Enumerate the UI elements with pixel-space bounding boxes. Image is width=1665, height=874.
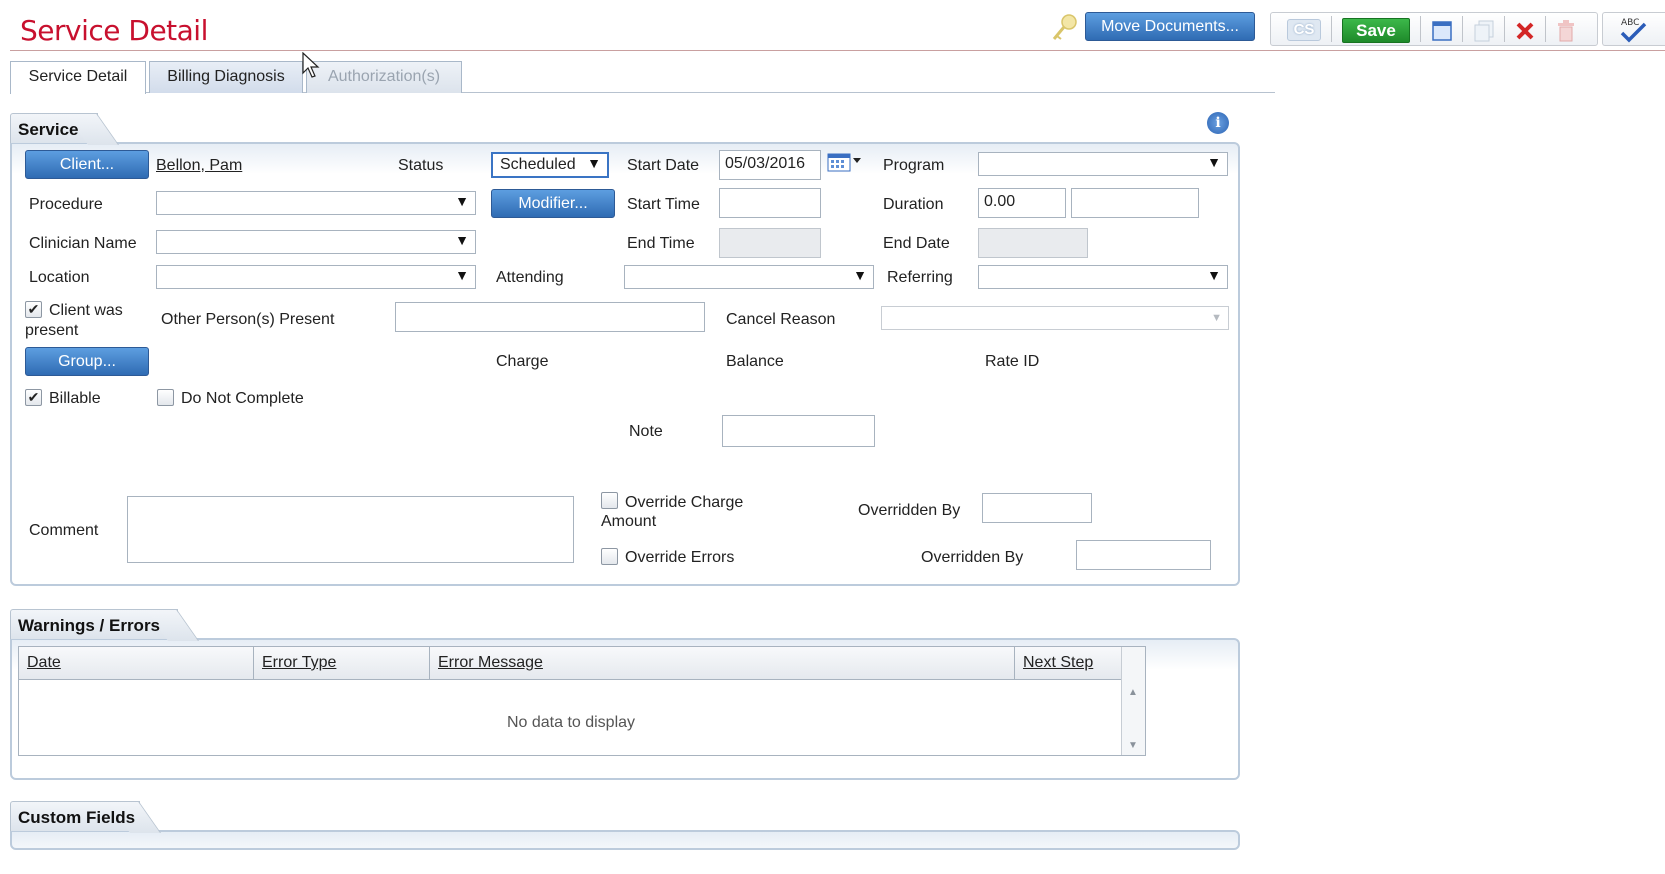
end-date-label: End Date [883,235,950,252]
chevron-down-icon: ▼ [455,267,469,283]
status-value: Scheduled [500,156,576,173]
status-dropdown[interactable]: Scheduled ▼ [491,152,609,178]
tab-service-detail[interactable]: Service Detail [10,61,146,94]
do-not-complete-label: Do Not Complete [181,390,304,407]
overridden-by-errors-label: Overridden By [921,549,1024,566]
warnings-table: Date Error Type Error Message Next Step … [18,646,1146,756]
mouse-cursor-icon [302,51,322,85]
warnings-section-title: Warnings / Errors [10,609,178,639]
table-header: Date Error Type Error Message Next Step [19,647,1123,680]
overridden-by-label: Overridden By [858,502,961,519]
chevron-down-icon: ▼ [853,267,867,283]
start-time-label: Start Time [627,196,700,213]
client-name-link[interactable]: Bellon, Pam [156,157,242,175]
custom-fields-section-title: Custom Fields [10,801,140,831]
svg-text:ABC: ABC [1621,18,1639,28]
new-document-icon[interactable] [1431,20,1453,42]
status-label: Status [398,157,444,174]
comment-field[interactable] [127,496,574,563]
referring-dropdown[interactable]: ▼ [978,265,1228,289]
note-label: Note [629,423,663,440]
location-dropdown[interactable]: ▼ [156,265,476,289]
client-present-checkbox[interactable]: ✔ [25,301,42,318]
title-divider [10,50,1665,51]
do-not-complete-checkbox[interactable] [157,389,174,406]
cancel-reason-dropdown: ▼ [881,306,1229,330]
override-charge-label-line2: Amount [601,513,657,530]
override-errors-label: Override Errors [625,549,735,566]
trash-icon[interactable] [1555,19,1577,43]
scroll-up-icon[interactable]: ▲ [1128,687,1138,698]
override-charge-checkbox[interactable] [601,492,618,509]
rate-id-label: Rate ID [985,353,1040,370]
start-date-field[interactable]: 05/03/2016 [719,150,821,180]
program-label: Program [883,157,945,174]
override-errors-checkbox[interactable] [601,548,618,565]
referring-label: Referring [887,269,953,286]
other-persons-label: Other Person(s) Present [161,311,335,328]
duration-unit-field[interactable] [1071,188,1199,218]
billable-checkbox[interactable]: ✔ [25,389,42,406]
override-charge-label: Override Charge [625,494,744,511]
billable-label: Billable [49,390,101,407]
procedure-dropdown[interactable]: ▼ [156,191,476,215]
scroll-down-icon[interactable]: ▼ [1128,740,1138,751]
chevron-down-icon: ▼ [455,232,469,248]
column-date[interactable]: Date [19,647,254,679]
start-date-label: Start Date [627,157,700,174]
start-time-field[interactable] [719,188,821,218]
attending-dropdown[interactable]: ▼ [624,265,874,289]
calendar-icon[interactable] [827,152,865,174]
client-button[interactable]: Client... [25,150,149,179]
note-field[interactable] [722,415,875,447]
service-section-title: Service [10,113,98,143]
modifier-button[interactable]: Modifier... [491,189,615,218]
custom-fields-panel [10,830,1240,850]
overridden-by-field[interactable] [982,493,1092,523]
cancel-reason-label: Cancel Reason [726,311,836,328]
tab-billing-diagnosis[interactable]: Billing Diagnosis [149,61,303,93]
save-button[interactable]: Save [1342,18,1410,43]
empty-table-message: No data to display [506,714,636,731]
copy-icon[interactable] [1472,19,1496,43]
end-date-field [978,228,1088,258]
move-documents-button[interactable]: Move Documents... [1085,12,1255,41]
location-label: Location [29,269,90,286]
page-title: Service Detail [20,14,208,47]
column-error-message[interactable]: Error Message [430,647,1015,679]
balance-label: Balance [726,353,784,370]
table-scrollbar[interactable]: ▲ ▼ [1121,647,1145,755]
chevron-down-icon: ▼ [587,155,601,171]
duration-label: Duration [883,196,944,213]
comment-label: Comment [29,522,99,539]
delete-icon[interactable] [1514,20,1536,42]
end-time-label: End Time [627,235,695,252]
duration-field[interactable]: 0.00 [978,188,1066,218]
clinician-name-dropdown[interactable]: ▼ [156,230,476,254]
charge-label: Charge [496,353,549,370]
cs-icon[interactable]: CS [1287,19,1321,41]
chevron-down-icon: ▼ [1207,154,1221,170]
column-error-type[interactable]: Error Type [254,647,430,679]
chevron-down-icon: ▼ [1211,312,1222,324]
program-dropdown[interactable]: ▼ [978,152,1228,176]
client-present-label: Client was [49,302,123,319]
group-button[interactable]: Group... [25,347,149,376]
spellcheck-icon[interactable]: ABC [1618,15,1648,45]
end-time-field [719,228,821,258]
other-persons-field[interactable] [395,302,705,332]
key-icon[interactable] [1050,12,1080,44]
chevron-down-icon: ▼ [1207,267,1221,283]
procedure-label: Procedure [29,196,103,213]
column-next-step[interactable]: Next Step [1015,647,1123,679]
overridden-by-errors-field[interactable] [1076,540,1211,570]
tab-authorizations: Authorization(s) [306,61,462,93]
info-icon[interactable]: i [1207,112,1229,134]
chevron-down-icon: ▼ [455,193,469,209]
client-present-label-line2: present [25,322,79,339]
clinician-name-label: Clinician Name [29,235,137,252]
attending-label: Attending [496,269,564,286]
